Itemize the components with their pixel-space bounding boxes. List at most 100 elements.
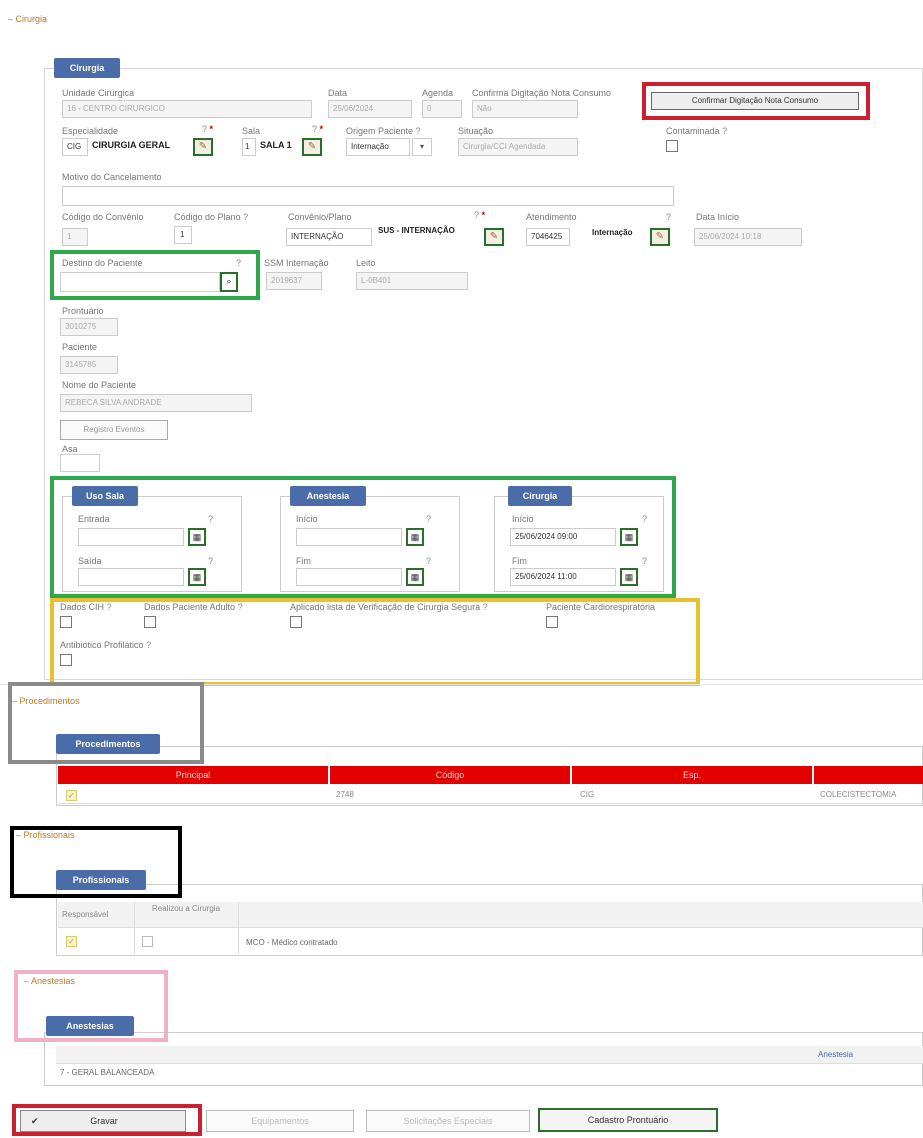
aplicado-lista-checkbox[interactable] (290, 616, 302, 628)
table-row[interactable] (58, 784, 923, 804)
cadastro-prontuario-button[interactable]: Cadastro Prontuário (538, 1108, 718, 1132)
anestesias-collapse-header[interactable]: – Anestesias (24, 976, 75, 986)
agenda-field[interactable]: 0 (422, 100, 462, 118)
responsavel-checkbox[interactable]: ✓ (66, 936, 77, 947)
confirmar-digitacao-button[interactable]: Confirmar Digitação Nota Consumo (651, 92, 859, 110)
cod-convenio-field[interactable]: 1 (62, 228, 88, 246)
col-codigo: Código (330, 766, 570, 784)
anestesia-inicio-label: Início (296, 514, 318, 524)
aplicado-lista-label: Aplicado lista de Verificação de Cirurgi… (290, 602, 488, 612)
saida-calendar-button[interactable]: ▦ (188, 568, 206, 586)
atendimento-help-icon: ? (666, 212, 672, 222)
col-descricao (814, 766, 923, 784)
calendar-icon: ▦ (410, 532, 420, 542)
cirurgia-fim-calendar-button[interactable]: ▦ (620, 568, 638, 586)
situacao-field[interactable]: Cirurgia/CCI Agendada (458, 138, 578, 156)
atendimento-code-field[interactable]: 7046425 (526, 228, 570, 246)
calendar-icon: ▦ (624, 532, 634, 542)
anestesia-fim-calendar-button[interactable]: ▦ (406, 568, 424, 586)
divider (238, 902, 239, 954)
profissionais-collapse-header[interactable]: – Profissionais (16, 830, 75, 840)
search-icon: ⌕ (226, 276, 232, 286)
gravar-button[interactable]: ✔ Gravar (20, 1110, 186, 1132)
cirurgia-collapse-title: Cirurgia (15, 14, 48, 24)
cirurgia-collapse-header[interactable]: – Cirurgia (8, 14, 47, 24)
col-anestesia: Anestesia (818, 1050, 854, 1059)
especialidade-required-mark: ? * (202, 124, 214, 134)
data-inicio-field[interactable]: 25/06/2024 10:18 (694, 228, 802, 246)
divider (134, 902, 135, 954)
origem-dropdown-arrow-icon[interactable]: ▾ (412, 138, 432, 156)
convenio-picker-button[interactable]: ✎ (484, 228, 504, 246)
tab-cirurgia-time[interactable]: Cirurgia (508, 486, 572, 506)
paciente-cardio-checkbox[interactable] (546, 616, 558, 628)
nome-paciente-field[interactable]: REBECA SILVA ANDRADE (60, 394, 252, 412)
principal-checkbox[interactable]: ✓ (66, 790, 77, 801)
dados-cih-checkbox[interactable] (60, 616, 72, 628)
tab-profissionais[interactable]: Profissionais (56, 870, 146, 890)
origem-select[interactable]: Internação (346, 138, 410, 156)
especialidade-code-field[interactable]: CIG (62, 138, 88, 156)
entrada-calendar-button[interactable]: ▦ (188, 528, 206, 546)
procedimento-esp: CIG (580, 790, 595, 799)
sala-code-field[interactable]: 1 (242, 138, 256, 156)
prontuario-label: Prontuário (62, 306, 104, 316)
equipamentos-button[interactable]: Equipamentos (206, 1110, 354, 1132)
paciente-cardio-label: Paciente Cardiorespiratória (546, 602, 656, 612)
cirurgia-inicio-calendar-button[interactable]: ▦ (620, 528, 638, 546)
sala-picker-button[interactable]: ✎ (302, 138, 322, 156)
antibiotico-checkbox[interactable] (60, 654, 72, 666)
dados-paciente-checkbox[interactable] (144, 616, 156, 628)
anestesia-fim-label: Fim (296, 556, 311, 566)
leito-field[interactable]: L-0B401 (356, 272, 468, 290)
destino-field[interactable] (60, 272, 220, 292)
col-responsavel: Responsável (62, 910, 109, 919)
anestesia-inicio-calendar-button[interactable]: ▦ (406, 528, 424, 546)
agenda-label: Agenda (422, 88, 454, 98)
cirurgia-inicio-field[interactable]: 25/06/2024 09:00 (510, 528, 616, 546)
saida-field[interactable] (78, 568, 184, 586)
tab-anestesias[interactable]: Anestesias (46, 1016, 134, 1036)
leito-label: Leito (356, 258, 376, 268)
destino-search-button[interactable]: ⌕ (220, 272, 238, 292)
atendimento-name: Internação (592, 228, 633, 237)
contaminada-checkbox[interactable] (666, 140, 678, 152)
confirma-field[interactable]: Não (472, 100, 578, 118)
tab-anestesia-time[interactable]: Anestesia (290, 486, 366, 506)
tab-procedimentos[interactable]: Procedimentos (56, 734, 160, 754)
procedimentos-collapse-header[interactable]: – Procedimentos (12, 696, 80, 706)
dados-paciente-label: Dados Paciente Adulto ? (144, 602, 243, 612)
realizou-checkbox[interactable] (142, 936, 153, 947)
col-esp: Esp. (572, 766, 812, 784)
asa-field[interactable] (60, 454, 100, 472)
origem-label: Origem Paciente ? (346, 126, 421, 136)
registro-eventos-button[interactable]: Registro Eventos (60, 420, 168, 440)
atendimento-picker-button[interactable]: ✎ (650, 228, 670, 246)
anestesia-inicio-field[interactable] (296, 528, 402, 546)
ssm-field[interactable]: 2019637 (266, 272, 322, 290)
tab-cirurgia[interactable]: Cirurgia (54, 58, 120, 78)
data-field[interactable]: 25/06/2024 (328, 100, 412, 118)
anestesia-row[interactable]: 7 - GERAL BALANCEADA (60, 1068, 154, 1077)
cirurgia-fim-field[interactable]: 25/06/2024 11:00 (510, 568, 616, 586)
anestesia-inicio-help-icon: ? (426, 514, 432, 524)
calendar-icon: ▦ (410, 572, 420, 582)
motivo-field[interactable] (62, 186, 674, 206)
paciente-field[interactable]: 3145785 (60, 356, 118, 374)
convenio-name: SUS - INTERNAÇÃO (378, 226, 455, 235)
convenio-code-field[interactable]: INTERNAÇÃO (286, 228, 372, 246)
prontuario-field[interactable]: 3010275 (60, 318, 118, 336)
paciente-label: Paciente (62, 342, 98, 352)
unidade-field[interactable]: 16 - CENTRO CIRURGICO (62, 100, 312, 118)
data-label: Data (328, 88, 348, 98)
tab-uso-sala[interactable]: Uso Sala (72, 486, 138, 506)
situacao-label: Situação (458, 126, 494, 136)
anestesia-fim-field[interactable] (296, 568, 402, 586)
especialidade-picker-button[interactable]: ✎ (193, 138, 213, 156)
atendimento-label: Atendimento (526, 212, 577, 222)
anestesia-fim-help-icon: ? (426, 556, 432, 566)
cod-plano-field[interactable]: 1 (174, 226, 192, 244)
entrada-field[interactable] (78, 528, 184, 546)
destino-help-icon: ? (236, 258, 242, 268)
solicitacoes-especiais-button[interactable]: Solicitações Especiais (366, 1110, 530, 1132)
